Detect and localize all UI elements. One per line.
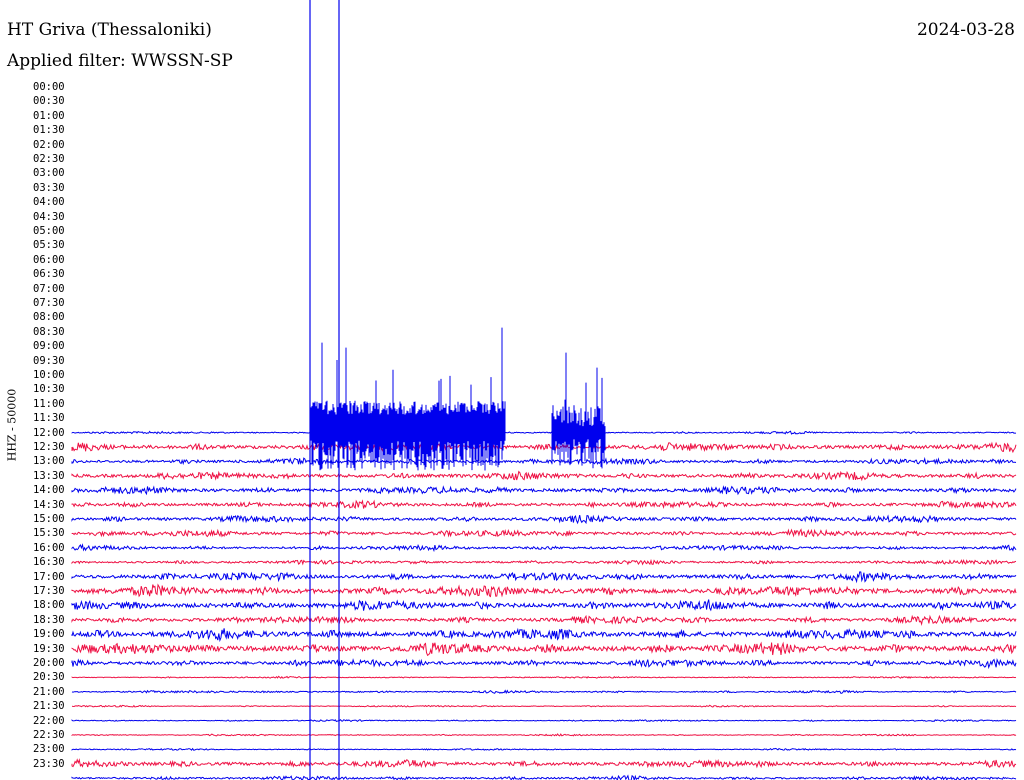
trace-12:30	[71, 441, 1017, 454]
trace-13:30	[71, 470, 1017, 482]
trace-15:30	[71, 528, 1017, 538]
trace-15:00	[71, 514, 1017, 525]
seismogram-plot	[71, 0, 1017, 780]
event-spikes	[309, 360, 606, 471]
trace-16:00	[71, 543, 1017, 553]
trace-13:00	[71, 456, 1017, 466]
trace-23:00	[71, 747, 1017, 751]
trace-22:30	[71, 733, 1017, 737]
trace-12:00	[71, 430, 1017, 435]
trace-22:00	[71, 719, 1017, 723]
trace-14:30	[71, 499, 1017, 510]
trace-19:00	[71, 627, 1017, 643]
trace-16:30	[71, 558, 1017, 566]
trace-18:00	[71, 599, 1017, 612]
trace-17:00	[71, 571, 1017, 584]
trace-18:30	[71, 614, 1017, 627]
trace-21:30	[71, 704, 1017, 708]
trace-19:30	[71, 641, 1017, 657]
trace-23:30	[71, 758, 1017, 769]
trace-20:30	[71, 675, 1017, 679]
trace-20:00	[71, 658, 1017, 670]
trace-14:00	[71, 485, 1017, 496]
trace-undefined	[71, 774, 1017, 780]
trace-21:00	[71, 689, 1017, 695]
trace-17:30	[71, 583, 1017, 598]
